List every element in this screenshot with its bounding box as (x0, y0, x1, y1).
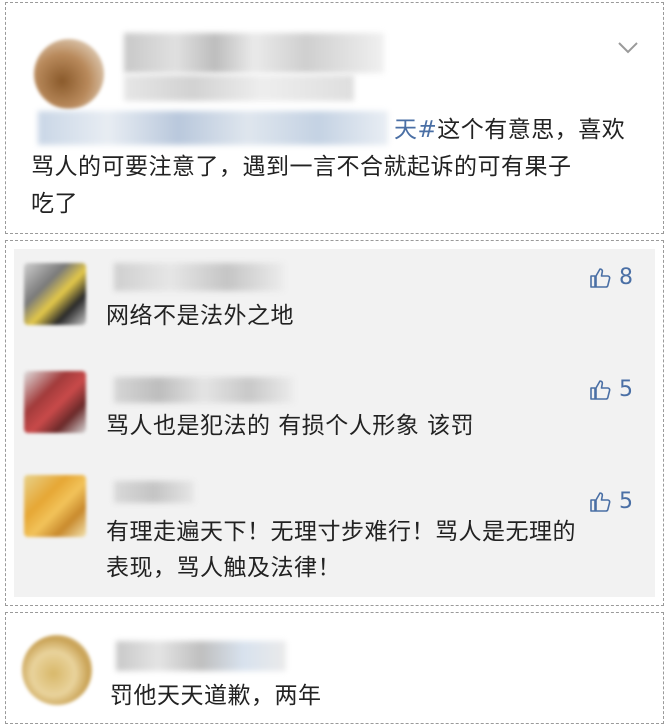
post-text-line3: 吃了 (31, 191, 78, 217)
post-text-line1: 天#这个有意思，喜欢 (394, 117, 626, 143)
like-count: 5 (619, 489, 633, 514)
comment-username-blurred[interactable] (114, 481, 194, 503)
reply-username-blurred[interactable] (116, 641, 286, 671)
thumbs-up-icon (590, 267, 611, 288)
comment-avatar[interactable] (24, 371, 86, 433)
post-hashtag-blurred[interactable] (38, 111, 388, 145)
comment-avatar[interactable] (24, 263, 86, 325)
hashtag-link[interactable]: 天# (394, 117, 437, 143)
post-meta-blurred (124, 75, 354, 101)
comment-text-line2: 表现，骂人触及法律！ (106, 555, 341, 581)
reply-text: 罚他天天道歉，两年 (110, 683, 322, 709)
post-text-line2: 骂人的可要注意了，遇到一言不合就起诉的可有果子 (31, 154, 572, 180)
like-button[interactable]: 5 (589, 489, 633, 514)
like-count: 8 (619, 265, 633, 290)
post-username-blurred[interactable] (124, 33, 384, 73)
chevron-down-icon[interactable] (617, 41, 639, 55)
comment-username-blurred[interactable] (114, 263, 284, 291)
comments-panel: 网络不是法外之地 8 骂人也是犯法的 有损个人形象 该罚 5 有理走遍天下！无理… (5, 240, 664, 606)
comments-list: 网络不是法外之地 8 骂人也是犯法的 有损个人形象 该罚 5 有理走遍天下！无理… (14, 249, 655, 597)
comment-text: 网络不是法外之地 (106, 303, 294, 329)
post-avatar[interactable] (34, 39, 104, 109)
thumbs-up-icon (590, 491, 611, 512)
reply-avatar[interactable] (22, 635, 92, 705)
comment-username-blurred[interactable] (114, 377, 294, 403)
like-button[interactable]: 5 (589, 377, 633, 402)
like-count: 5 (619, 377, 633, 402)
post-card: 天#这个有意思，喜欢 骂人的可要注意了，遇到一言不合就起诉的可有果子 吃了 (5, 2, 664, 234)
thumbs-up-icon (590, 379, 611, 400)
like-button[interactable]: 8 (589, 265, 633, 290)
comment-avatar[interactable] (24, 475, 86, 537)
comment-text-line1: 有理走遍天下！无理寸步难行！骂人是无理的 (106, 519, 576, 545)
reply-card: 罚他天天道歉，两年 (5, 612, 664, 724)
comment-text: 骂人也是犯法的 有损个人形象 该罚 (106, 413, 475, 439)
